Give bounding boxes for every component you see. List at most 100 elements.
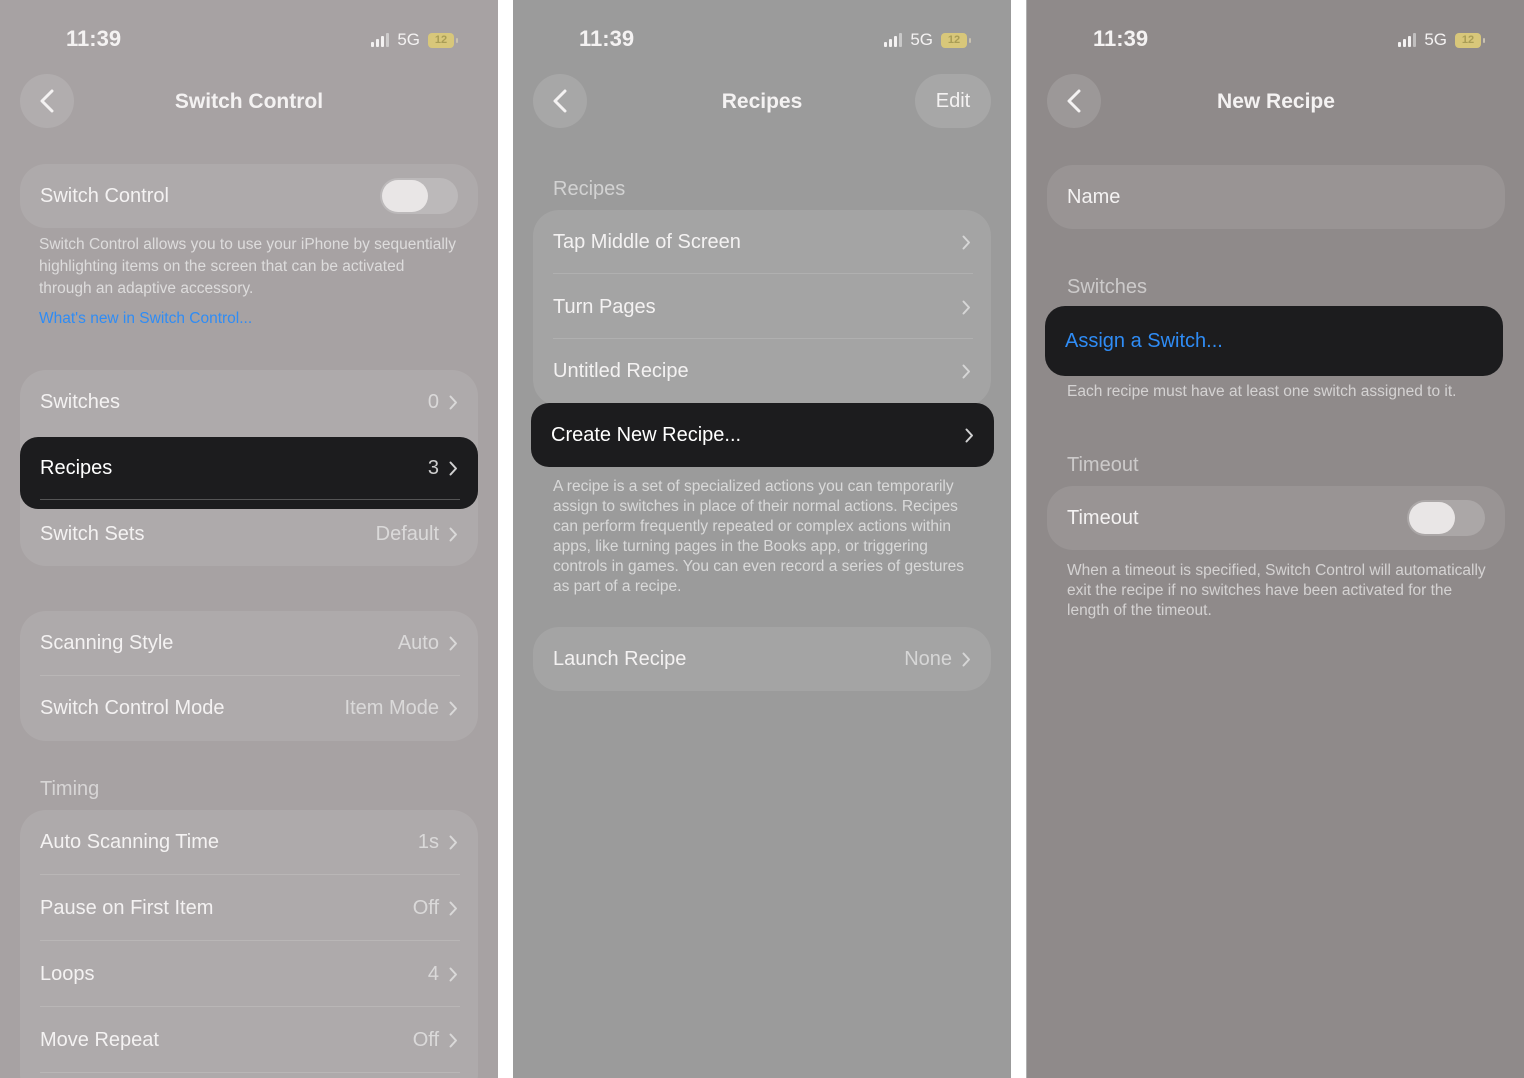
- row-label: Tap Middle of Screen: [553, 230, 741, 253]
- row-switch-control-mode[interactable]: Switch Control Mode Item Mode: [20, 676, 478, 740]
- row-label: Scanning Style: [40, 631, 174, 654]
- assign-switch-button[interactable]: Assign a Switch...: [1045, 306, 1503, 376]
- row-loops[interactable]: Loops 4: [20, 942, 478, 1006]
- row-label: Recipes: [40, 456, 113, 479]
- recipe-untitled[interactable]: Untitled Recipe: [533, 339, 991, 403]
- recipe-turn-pages[interactable]: Turn Pages: [533, 275, 991, 339]
- status-bar: 5G 12: [884, 30, 971, 50]
- battery-icon: 12: [1455, 32, 1485, 48]
- name-field[interactable]: Name: [1047, 165, 1505, 229]
- row-value: Item Mode: [344, 696, 439, 719]
- divider: [40, 499, 460, 500]
- status-time: 11:39: [66, 26, 122, 51]
- recipes-section-header: Recipes: [553, 178, 626, 200]
- network-label: 5G: [1424, 30, 1447, 49]
- row-move-repeat[interactable]: Move Repeat Off: [20, 1008, 478, 1072]
- create-new-recipe-button[interactable]: Create New Recipe...: [531, 403, 994, 467]
- divider: [40, 940, 460, 941]
- chevron-right-icon: [449, 461, 457, 475]
- row-label: Launch Recipe: [553, 647, 687, 670]
- row-scanning-style[interactable]: Scanning Style Auto: [20, 611, 478, 675]
- network-label: 5G: [397, 30, 420, 49]
- assign-switch-note: Each recipe must have at least one switc…: [1067, 383, 1457, 400]
- row-recipes[interactable]: Recipes 3: [20, 437, 478, 509]
- row-pause-on-first-item[interactable]: Pause on First Item Off: [20, 876, 478, 940]
- launch-recipe-group: Launch Recipe None: [533, 627, 991, 691]
- chevron-right-icon: [962, 652, 970, 666]
- switches-header: Switches: [1067, 276, 1148, 298]
- row-label: Switch Sets: [40, 522, 145, 545]
- chevron-right-icon: [449, 636, 457, 650]
- status-time: 11:39: [579, 26, 635, 51]
- recipes-group: Tap Middle of Screen Turn Pages Untitled…: [533, 210, 991, 406]
- row-label: Turn Pages: [553, 295, 656, 318]
- row-switches[interactable]: Switches 0: [20, 370, 478, 434]
- timeout-toggle[interactable]: [1407, 500, 1485, 536]
- row-value: 3: [427, 456, 439, 479]
- row-value: Off: [412, 896, 439, 919]
- chevron-right-icon: [962, 364, 970, 378]
- row-label: Pause on First Item: [40, 896, 214, 919]
- switch-control-toggle[interactable]: [380, 178, 458, 214]
- recipes-description: A recipe is a set of specialized actions…: [553, 478, 964, 595]
- recipes-row-content: Recipes 3: [20, 437, 478, 499]
- chevron-right-icon: [962, 300, 970, 314]
- switch-control-group: Switch Control: [20, 164, 478, 228]
- chevron-right-icon: [449, 967, 457, 981]
- screen-recipes: 11:39 5G 12 Recipes Edit Recipes Tap Mid…: [513, 0, 1011, 1078]
- row-label: Switches: [40, 390, 121, 413]
- timeout-group: Timeout: [1047, 486, 1505, 550]
- row-value: Off: [412, 1028, 439, 1051]
- status-bar: 5G 12: [371, 30, 458, 50]
- timeout-row: Timeout: [1047, 486, 1505, 550]
- row-launch-recipe[interactable]: Launch Recipe None: [533, 627, 991, 691]
- chevron-right-icon: [449, 835, 457, 849]
- row-label: Move Repeat: [40, 1028, 159, 1051]
- timeout-label: Timeout: [1067, 506, 1139, 529]
- timing-group: Auto Scanning Time 1s Pause on First Ite…: [20, 810, 478, 1078]
- row-value: 1s: [417, 830, 439, 853]
- chevron-right-icon: [962, 235, 970, 249]
- battery-icon: 12: [428, 32, 458, 48]
- status-bar: 5G 12: [1398, 30, 1485, 50]
- battery-icon: 12: [941, 32, 971, 48]
- chevron-right-icon: [449, 901, 457, 915]
- row-value: Default: [375, 522, 439, 545]
- chevron-right-icon: [965, 428, 973, 442]
- signal-icon: [884, 33, 903, 47]
- switch-control-description: Switch Control allows you to use your iP…: [39, 236, 457, 297]
- recipe-tap-middle[interactable]: Tap Middle of Screen: [533, 210, 991, 274]
- signal-icon: [371, 33, 390, 47]
- page-title: New Recipe: [1217, 90, 1335, 113]
- screen-switch-control: 11:39 5G 12 Switch Control Switch Contro…: [0, 0, 498, 1078]
- row-switch-sets[interactable]: Switch Sets Default: [20, 502, 478, 566]
- row-value: 4: [427, 962, 439, 985]
- timeout-note: When a timeout is specified, Switch Cont…: [1067, 562, 1486, 619]
- row-auto-scanning-time[interactable]: Auto Scanning Time 1s: [20, 810, 478, 874]
- edit-button[interactable]: Edit: [915, 74, 991, 128]
- chevron-right-icon: [449, 701, 457, 715]
- network-label: 5G: [910, 30, 933, 49]
- timeout-header: Timeout: [1067, 454, 1139, 476]
- divider: [553, 273, 973, 274]
- signal-icon: [1398, 33, 1417, 47]
- divider: [40, 1006, 460, 1007]
- chevron-right-icon: [449, 1033, 457, 1047]
- status-time: 11:39: [1093, 26, 1149, 51]
- create-new-recipe-row: Create New Recipe...: [531, 403, 994, 467]
- row-label: Auto Scanning Time: [40, 830, 219, 853]
- timing-header: Timing: [40, 778, 100, 800]
- row-label: Loops: [40, 962, 95, 985]
- switch-control-label: Switch Control: [40, 184, 169, 207]
- scanning-group: Scanning Style Auto Switch Control Mode …: [20, 611, 478, 741]
- name-row: Name: [1047, 165, 1505, 229]
- chevron-right-icon: [449, 527, 457, 541]
- name-placeholder: Name: [1067, 185, 1121, 208]
- toggle-knob: [382, 180, 428, 212]
- row-label: Untitled Recipe: [553, 359, 689, 382]
- row-value: 0: [427, 390, 439, 413]
- row-label: Switch Control Mode: [40, 696, 225, 719]
- switch-control-row: Switch Control: [20, 164, 478, 228]
- whats-new-link[interactable]: What's new in Switch Control...: [39, 308, 458, 330]
- row-value: Auto: [397, 631, 439, 654]
